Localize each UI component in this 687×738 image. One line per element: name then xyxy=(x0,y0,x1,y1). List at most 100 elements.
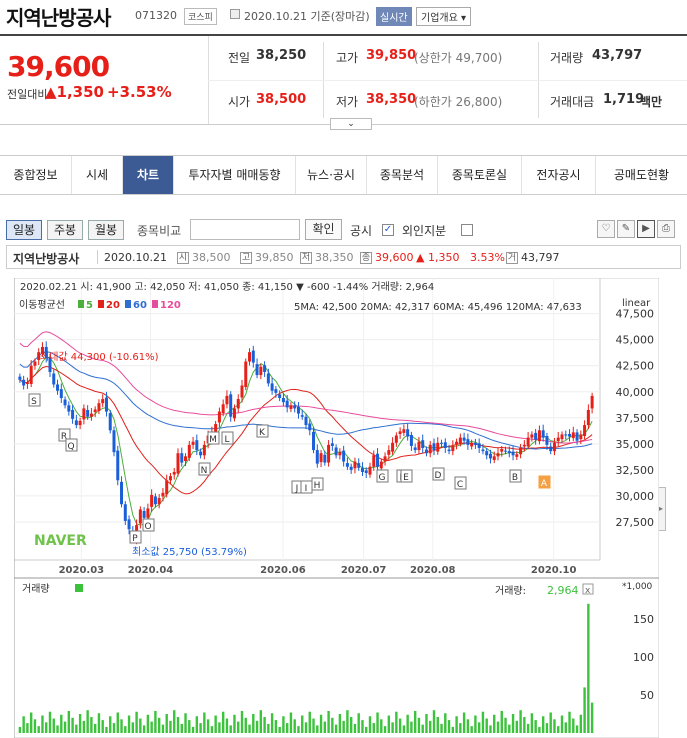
tab-quotes[interactable]: 시세 xyxy=(72,156,123,194)
candle-body xyxy=(202,444,206,456)
volume-bar xyxy=(395,711,398,733)
max-label: 최대값 44,300 (-10.61%) xyxy=(40,351,159,363)
candle-body xyxy=(488,453,492,459)
volume-bar xyxy=(319,714,323,733)
company-overview-button[interactable]: 기업개요 ▾ xyxy=(416,7,471,26)
candle-body xyxy=(447,449,451,452)
lower-limit: (하한가 26,800) xyxy=(414,95,503,109)
summary-close-value: 39,600 xyxy=(375,251,414,264)
upper-limit: (상한가 49,700) xyxy=(414,51,503,65)
confirm-button[interactable]: 확인 xyxy=(305,219,342,240)
tab-chart[interactable]: 차트 xyxy=(123,156,174,194)
volume-bar xyxy=(127,715,131,733)
ma60-legend: 60 xyxy=(133,300,147,311)
daily-button[interactable]: 일봉 xyxy=(6,220,42,240)
weekly-button[interactable]: 주봉 xyxy=(47,220,83,240)
volume-bar xyxy=(451,726,455,733)
summary-date: 2020.10.21 xyxy=(104,251,167,264)
y-axis-labels: 47,500 45,000 42,500 40,000 37,500 35,000 32,5… xyxy=(616,308,655,529)
candle-body xyxy=(379,461,383,469)
volume-bar xyxy=(436,717,439,733)
volume-bar xyxy=(334,724,338,733)
candle-body xyxy=(327,444,331,463)
volume-bar xyxy=(398,718,402,733)
candle-body xyxy=(123,504,127,521)
high-label: 고가 xyxy=(336,51,359,65)
candle-body xyxy=(29,365,33,384)
tab-news[interactable]: 뉴스·공시 xyxy=(296,156,367,194)
candle-body xyxy=(537,430,541,442)
open-label: 시가 xyxy=(228,95,251,109)
candle-body xyxy=(89,413,93,417)
candle-body xyxy=(504,450,508,452)
high-value: 39,850 xyxy=(366,48,417,63)
calendar-icon xyxy=(230,9,240,19)
monthly-button[interactable]: 월봉 xyxy=(88,220,124,240)
volume-bar xyxy=(413,710,417,733)
candle-body xyxy=(443,442,447,448)
summary-name: 지역난방공사 xyxy=(13,252,80,266)
expand-button[interactable]: ⌄ xyxy=(330,118,372,130)
tab-analysis[interactable]: 종목분석 xyxy=(367,156,438,194)
volume-bar xyxy=(255,720,259,733)
candle-body xyxy=(244,361,248,388)
volume-bar xyxy=(406,714,409,733)
volume-bar xyxy=(455,716,458,733)
tab-discussion[interactable]: 종목토론실 xyxy=(438,156,522,194)
marker-label: Q xyxy=(67,442,74,452)
candle-body xyxy=(372,455,376,467)
marker-label: M xyxy=(209,435,217,445)
volume-bar xyxy=(474,715,477,733)
volume-bar xyxy=(504,717,507,733)
volume-bar xyxy=(297,726,300,733)
candle-body xyxy=(556,437,560,442)
candle-body xyxy=(108,413,112,431)
candle-body xyxy=(507,451,511,454)
candle-body xyxy=(221,404,225,414)
candle-body xyxy=(153,496,157,505)
volume-bar xyxy=(203,712,206,733)
ma120-legend: 120 xyxy=(160,300,181,311)
tab-short-selling[interactable]: 공매도현황 xyxy=(596,156,687,194)
candle-body xyxy=(296,406,300,414)
candle-body xyxy=(477,443,481,448)
volume-bar xyxy=(572,718,575,733)
volume-bar xyxy=(365,726,368,733)
candle-body xyxy=(440,442,444,444)
volume-bar xyxy=(342,720,345,733)
candle-body xyxy=(101,399,105,404)
high-tag: 고 xyxy=(240,252,252,264)
compare-input[interactable] xyxy=(190,219,300,240)
disclosure-checkbox[interactable]: ✓ xyxy=(382,224,394,236)
candle-body xyxy=(63,399,67,406)
x-tick-label: 2020.06 xyxy=(260,565,306,576)
foreign-share-checkbox[interactable] xyxy=(461,224,473,236)
volume-bar xyxy=(105,726,108,733)
bulb-icon[interactable]: ♡ xyxy=(597,220,615,238)
candle-body xyxy=(360,467,364,472)
cursor-icon[interactable]: ▶ xyxy=(637,220,655,238)
volume-bar xyxy=(173,710,176,733)
pen-icon[interactable]: ✎ xyxy=(617,220,635,238)
tab-disclosure[interactable]: 전자공시 xyxy=(522,156,596,194)
tab-overview[interactable]: 종합정보 xyxy=(0,156,72,194)
volume-bar xyxy=(146,714,150,733)
marker-label: D xyxy=(435,471,442,481)
candle-body xyxy=(240,385,244,398)
marker-label: H xyxy=(314,481,321,491)
realtime-button[interactable]: 실시간 xyxy=(376,7,412,26)
marker-label: S xyxy=(31,397,37,407)
tab-investor-trend[interactable]: 투자자별 매매동향 xyxy=(174,156,296,194)
volume-bar xyxy=(86,710,89,733)
candle-body xyxy=(304,416,308,426)
volume-bar xyxy=(252,714,255,733)
candle-body xyxy=(515,454,519,457)
ma5-swatch xyxy=(78,300,84,308)
candle-body xyxy=(22,379,26,386)
volume-bar xyxy=(590,702,594,733)
candle-body xyxy=(564,434,568,436)
candle-body xyxy=(138,509,142,524)
print-icon[interactable]: ⎙ xyxy=(657,220,675,238)
candle-body xyxy=(511,451,515,456)
price-chart[interactable]: 47,500 45,000 42,500 40,000 37,500 35,000 32,5… xyxy=(14,278,659,738)
